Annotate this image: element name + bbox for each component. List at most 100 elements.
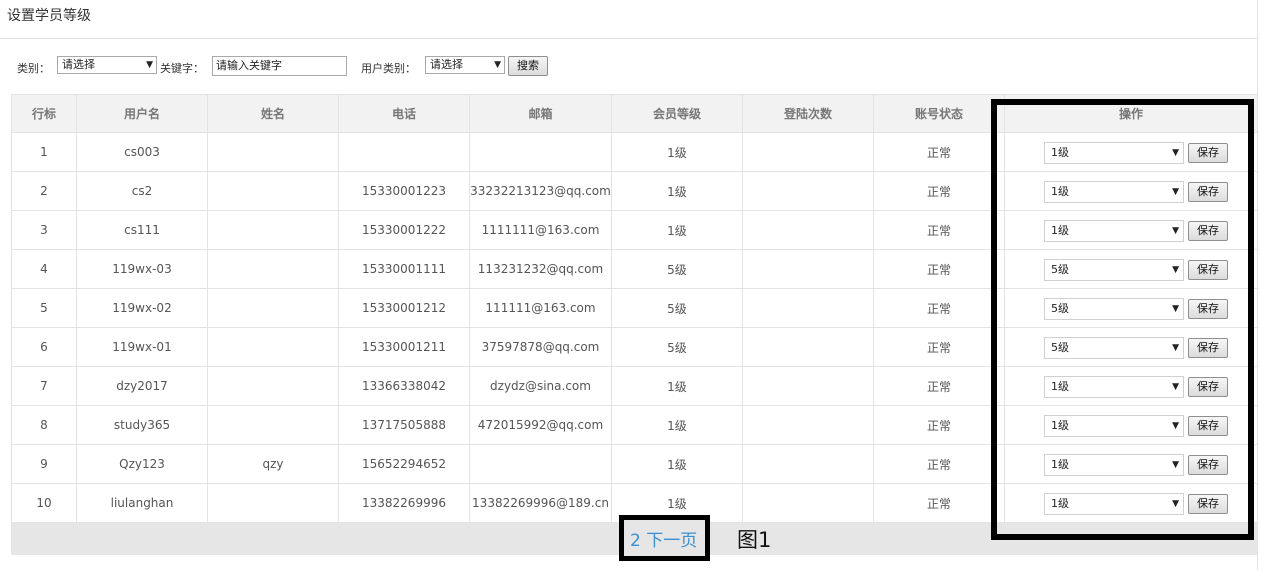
cell-name: qzy [207,444,339,484]
next-page-link[interactable]: 2 下一页 [630,526,697,551]
cell-phone: 13366338042 [338,366,470,406]
column-header-index: 行标 [11,94,77,133]
search-button[interactable]: 搜索 [508,56,548,76]
cell-logins [742,210,874,250]
column-header-email: 邮箱 [469,94,612,133]
user-type-select-value: 请选择 [430,58,463,71]
cell-level: 1级 [611,366,743,406]
cell-phone [338,132,470,172]
cell-status: 正常 [873,132,1005,172]
cell-username: 119wx-01 [76,327,208,367]
cell-index: 5 [11,288,77,328]
user-type-select[interactable]: 请选择 ▼ [425,56,505,74]
cell-email: 472015992@qq.com [469,405,612,445]
chevron-down-icon: ▼ [146,60,153,70]
cell-phone: 13382269996 [338,483,470,523]
cell-index: 2 [11,171,77,211]
cell-index: 3 [11,210,77,250]
cell-name [207,483,339,523]
cell-username: 119wx-03 [76,249,208,289]
cell-logins [742,444,874,484]
cell-username: cs111 [76,210,208,250]
page-title: 设置学员等级 [7,8,91,24]
column-header-username: 用户名 [76,94,208,133]
chevron-down-icon: ▼ [494,60,501,70]
category-select[interactable]: 请选择 ▼ [57,56,157,74]
cell-phone: 15330001222 [338,210,470,250]
cell-index: 9 [11,444,77,484]
cell-email [469,444,612,484]
cell-logins [742,171,874,211]
cell-email: 37597878@qq.com [469,327,612,367]
cell-status: 正常 [873,327,1005,367]
cell-level: 5级 [611,249,743,289]
cell-username: study365 [76,405,208,445]
cell-status: 正常 [873,444,1005,484]
cell-name [207,132,339,172]
cell-logins [742,405,874,445]
cell-username: cs2 [76,171,208,211]
cell-name [207,288,339,328]
cell-email: 113231232@qq.com [469,249,612,289]
cell-name [207,405,339,445]
column-header-level: 会员等级 [611,94,743,133]
column-header-logins: 登陆次数 [742,94,874,133]
cell-logins [742,483,874,523]
cell-index: 4 [11,249,77,289]
cell-index: 7 [11,366,77,406]
cell-level: 5级 [611,327,743,367]
category-label: 类别： [17,62,50,75]
cell-email: 33232213123@qq.com [469,171,612,211]
cell-logins [742,249,874,289]
cell-level: 1级 [611,444,743,484]
cell-name [207,327,339,367]
cell-phone: 15330001111 [338,249,470,289]
column-header-status: 账号状态 [873,94,1005,133]
user-type-label: 用户类别： [361,62,416,75]
cell-index: 10 [11,483,77,523]
cell-phone: 13717505888 [338,405,470,445]
cell-level: 1级 [611,405,743,445]
cell-email: dzydz@sina.com [469,366,612,406]
cell-level: 1级 [611,132,743,172]
cell-status: 正常 [873,288,1005,328]
cell-name [207,210,339,250]
keyword-label: 关键字： [160,62,204,75]
cell-status: 正常 [873,483,1005,523]
cell-username: Qzy123 [76,444,208,484]
cell-name [207,249,339,289]
cell-level: 1级 [611,210,743,250]
cell-status: 正常 [873,210,1005,250]
column-header-phone: 电话 [338,94,470,133]
cell-index: 6 [11,327,77,367]
cell-index: 8 [11,405,77,445]
figure-label: 图1 [737,528,772,552]
cell-email: 1111111@163.com [469,210,612,250]
cell-phone: 15330001211 [338,327,470,367]
cell-username: liulanghan [76,483,208,523]
cell-username: dzy2017 [76,366,208,406]
cell-username: cs003 [76,132,208,172]
cell-level: 5级 [611,288,743,328]
cell-email: 13382269996@189.cn [469,483,612,523]
cell-status: 正常 [873,171,1005,211]
cell-email [469,132,612,172]
keyword-placeholder: 请输入关键字 [216,59,282,72]
cell-logins [742,288,874,328]
cell-status: 正常 [873,366,1005,406]
cell-phone: 15652294652 [338,444,470,484]
cell-index: 1 [11,132,77,172]
keyword-input[interactable]: 请输入关键字 [212,56,347,76]
title-divider [0,38,1257,39]
cell-phone: 15330001212 [338,288,470,328]
cell-status: 正常 [873,249,1005,289]
cell-level: 1级 [611,171,743,211]
actions-column-annotation-box [991,99,1254,540]
column-header-name: 姓名 [207,94,339,133]
category-select-value: 请选择 [62,58,95,71]
cell-name [207,366,339,406]
cell-username: 119wx-02 [76,288,208,328]
cell-status: 正常 [873,405,1005,445]
cell-logins [742,327,874,367]
cell-name [207,171,339,211]
